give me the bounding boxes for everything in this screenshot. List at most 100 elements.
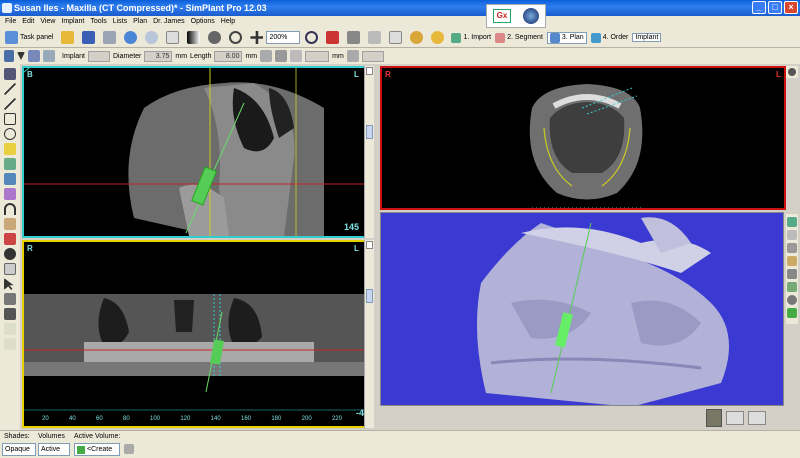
task-panel-label: Task panel [20, 34, 54, 41]
pointer-tool-icon[interactable] [4, 278, 14, 290]
zoom-reset-button[interactable] [323, 30, 342, 46]
minimize-button[interactable]: _ [752, 1, 766, 14]
volumes-select[interactable]: Active [38, 443, 70, 456]
scroll-up-arrow[interactable] [366, 241, 373, 249]
render-cube-icon[interactable] [787, 282, 797, 292]
axis-icon[interactable] [260, 50, 273, 62]
active-volume-select[interactable]: <Create [74, 443, 120, 456]
measure-button[interactable] [365, 30, 384, 46]
color-tool-icon[interactable] [4, 233, 16, 245]
angle-field[interactable] [361, 50, 384, 62]
tools-button[interactable] [344, 30, 363, 46]
scroll-thumb[interactable] [366, 289, 373, 303]
zoom-select[interactable]: 200% [266, 31, 301, 44]
cross-section-view[interactable]: B L 145 [22, 66, 374, 238]
render-reset-icon[interactable] [787, 295, 797, 305]
pan-button[interactable] [247, 30, 266, 46]
line-tool-icon[interactable] [4, 83, 16, 95]
draw-tool-icon[interactable] [4, 293, 16, 305]
redo-button[interactable] [142, 30, 161, 46]
step-plan[interactable]: 3. Plan [546, 31, 587, 44]
step-order[interactable]: 4. Order [590, 32, 628, 43]
nerve-tool-icon[interactable] [4, 173, 16, 185]
volume-tool-icon[interactable] [4, 188, 16, 200]
zoom-button[interactable] [302, 30, 321, 46]
menu-lists[interactable]: Lists [110, 16, 130, 28]
implant-place-icon[interactable] [4, 323, 16, 335]
note-tool-icon[interactable] [4, 143, 16, 155]
render-teal-icon[interactable] [787, 217, 797, 227]
render-clip-icon[interactable] [787, 269, 797, 279]
close-button[interactable]: × [784, 1, 798, 14]
bone-tool-icon[interactable] [4, 218, 16, 230]
maximize-button[interactable]: □ [768, 1, 782, 14]
arch-tool-icon[interactable] [4, 203, 16, 215]
implant-field[interactable] [87, 50, 110, 62]
menu-view[interactable]: View [37, 16, 58, 28]
copy-button[interactable] [163, 30, 182, 46]
menu-help[interactable]: Help [218, 16, 238, 28]
contrast-button[interactable] [184, 30, 203, 46]
window-level-button[interactable] [205, 30, 224, 46]
implant-copy-icon[interactable] [4, 338, 16, 350]
rotate-button[interactable] [226, 30, 245, 46]
jaw-orientation-icon[interactable] [726, 411, 744, 425]
offset-field[interactable] [305, 50, 330, 62]
render-texture-icon[interactable] [787, 256, 797, 266]
render-shade-icon[interactable] [787, 243, 797, 253]
head-tool-icon[interactable] [4, 248, 16, 260]
distance-tool-icon[interactable] [4, 98, 16, 110]
menu-tools[interactable]: Tools [87, 16, 109, 28]
implant-icon[interactable] [4, 50, 14, 62]
step-import[interactable]: 1. Import [451, 32, 491, 43]
angle-icon[interactable] [346, 50, 359, 62]
tab-implant[interactable]: Implant [632, 33, 662, 42]
curve-tool-icon[interactable] [4, 158, 16, 170]
diameter-field[interactable]: 3.75 [144, 50, 173, 62]
face-orientation-icon[interactable] [706, 409, 722, 427]
panoramic-corner-left: R [27, 244, 33, 253]
tilt-icon[interactable] [290, 50, 303, 62]
menu-edit[interactable]: Edit [19, 16, 37, 28]
view-icon [389, 31, 403, 44]
shades-select[interactable]: Opaque [2, 443, 36, 456]
magnifier-icon [305, 31, 319, 44]
render-light-icon[interactable] [787, 230, 797, 240]
menu-options[interactable]: Options [188, 16, 218, 28]
task-panel-button[interactable]: Task panel [2, 30, 56, 46]
settings-button[interactable] [428, 30, 447, 46]
render-green-icon[interactable] [787, 308, 797, 318]
cross-section-scrollbar[interactable] [364, 66, 374, 238]
length-field[interactable]: 8.00 [214, 50, 243, 62]
ellipse-tool-icon[interactable] [4, 128, 16, 140]
menu-file[interactable]: File [2, 16, 19, 28]
dropdown-arrow-icon[interactable] [17, 52, 25, 60]
view-corner-left: B [27, 70, 33, 79]
abutment-icon[interactable] [43, 50, 55, 62]
save-button[interactable] [79, 30, 98, 46]
step-segment[interactable]: 2. Segment [495, 32, 543, 43]
volume-settings-icon[interactable] [124, 444, 134, 454]
print-button[interactable] [100, 30, 119, 46]
implant-library-icon[interactable] [28, 50, 40, 62]
view-button[interactable] [386, 30, 405, 46]
rectangle-tool-icon[interactable] [4, 113, 16, 125]
menu-implant[interactable]: Implant [58, 16, 87, 28]
axial-options-button[interactable] [786, 66, 798, 78]
render-3d-view[interactable] [380, 212, 784, 406]
menu-dr-james[interactable]: Dr. James [150, 16, 188, 28]
scissors-tool-icon[interactable] [4, 308, 16, 320]
jaw-side-icon[interactable] [748, 411, 766, 425]
position-icon[interactable] [275, 50, 288, 62]
open-button[interactable] [58, 30, 77, 46]
measure-tool-icon[interactable] [4, 68, 16, 80]
scroll-thumb[interactable] [366, 125, 373, 139]
axial-view[interactable]: R L [380, 66, 786, 210]
panoramic-scrollbar[interactable] [364, 240, 374, 428]
undo-button[interactable] [121, 30, 140, 46]
panoramic-view[interactable]: R L -4 20 40 60 80 100 120 140 160 180 2… [22, 240, 374, 428]
scroll-up-arrow[interactable] [366, 67, 373, 75]
tooth-tool-icon[interactable] [4, 263, 16, 275]
face-button[interactable] [407, 30, 426, 46]
menu-plan[interactable]: Plan [130, 16, 150, 28]
